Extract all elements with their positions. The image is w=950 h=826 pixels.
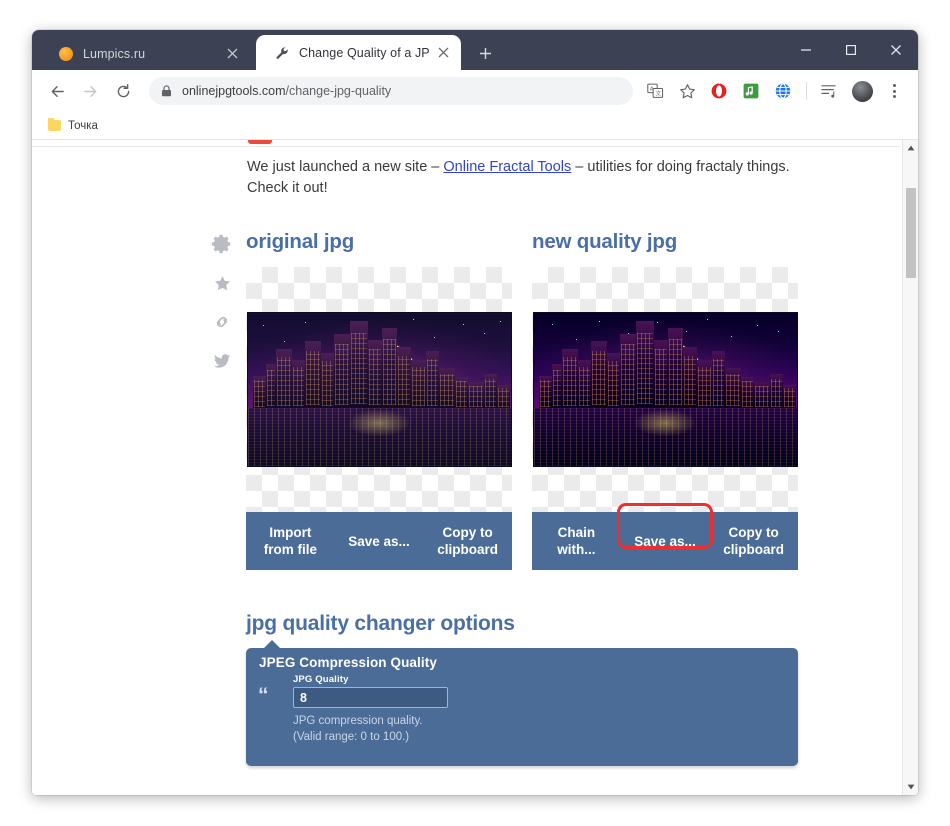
tool-panes: Import from file Save as... Copy to clip… [246,267,798,570]
translate-icon[interactable]: A 文 [642,78,668,104]
reload-icon[interactable] [108,76,138,106]
copy-to-clipboard-button[interactable]: Copy to clipboard [423,524,512,558]
maximize-button[interactable] [828,30,873,70]
url-path: /change-jpg-quality [286,84,392,98]
browser-window: Lumpics.ru Change Quality of a JPEG - On… [32,30,918,795]
url-text: onlinejpgtools.com/change-jpg-quality [182,84,391,98]
minimize-button[interactable] [783,30,828,70]
star-icon[interactable] [213,274,232,293]
scroll-down-arrow-icon[interactable] [903,779,918,795]
three-dot-menu[interactable] [881,78,907,104]
back-arrow-icon[interactable] [42,76,72,106]
page-viewport: We just launched a new site – Online Fra… [32,140,918,795]
new-tab-button[interactable] [471,39,499,67]
svg-text:文: 文 [655,89,661,97]
content-divider [32,146,900,147]
gear-icon[interactable] [211,233,233,255]
close-icon[interactable] [435,45,451,61]
toolbar-icons: A 文 [639,78,910,104]
help-line-2: (Valid range: 0 to 100.) [293,729,448,745]
new-quality-jpg-pane: Chain with... Save as... Copy to clipboa… [532,267,798,570]
options-panel: JPEG Compression Quality “ JPG Quality J… [246,648,798,766]
opera-extension-icon[interactable] [706,78,732,104]
original-image-canvas [246,267,512,512]
orange-circle-icon [58,46,74,62]
original-image-thumbnail [247,312,512,467]
import-from-file-button[interactable]: Import from file [246,524,335,558]
page-scrollbar[interactable] [902,140,918,795]
new-quality-button-bar: Chain with... Save as... Copy to clipboa… [532,512,798,570]
new-quality-image-canvas [532,267,798,512]
announcement-banner-pointer [248,140,272,144]
wrench-icon [274,45,290,61]
column-titles: original jpg new quality jpg [246,230,798,254]
forward-arrow-icon[interactable] [75,76,105,106]
browser-toolbar: onlinejpgtools.com/change-jpg-quality A … [32,70,918,112]
save-as-button[interactable]: Save as... [335,533,424,550]
scrollbar-thumb[interactable] [906,188,916,278]
jpg-quality-label: JPG Quality [293,674,448,685]
reading-list-icon[interactable] [817,78,843,104]
close-button[interactable] [873,30,918,70]
window-controls [783,30,918,70]
tab-strip: Lumpics.ru Change Quality of a JPEG - On… [32,30,918,70]
tab-lumpics[interactable]: Lumpics.ru [40,37,250,70]
page-content: We just launched a new site – Online Fra… [32,140,900,795]
music-extension-icon[interactable] [738,78,764,104]
link-icon[interactable] [212,312,232,332]
chain-with-button[interactable]: Chain with... [532,524,621,558]
toolbar-divider [806,82,807,100]
close-icon[interactable] [224,46,240,62]
folder-icon [48,120,61,131]
bookmark-star-icon[interactable] [674,78,700,104]
options-panel-title: JPEG Compression Quality [259,655,437,670]
bookmark-label: Точка [68,120,98,132]
twitter-icon[interactable] [212,351,232,371]
tab-title: Change Quality of a JPEG - Onlin [299,46,429,60]
profile-avatar[interactable] [849,78,875,104]
announcement-before: We just launched a new site – [247,159,443,175]
globe-extension-icon[interactable] [770,78,796,104]
original-jpg-title: original jpg [246,230,512,254]
save-as-button-highlighted[interactable]: Save as... [621,533,710,550]
bookmark-item[interactable]: Точка [42,118,104,134]
scroll-up-arrow-icon[interactable] [903,140,918,156]
social-rail [208,233,236,371]
jpg-quality-help: JPG compression quality. (Valid range: 0… [293,713,448,745]
lock-icon [161,85,172,97]
original-jpg-pane: Import from file Save as... Copy to clip… [246,267,512,570]
announcement-text: We just launched a new site – Online Fra… [247,157,807,199]
tab-change-quality[interactable]: Change Quality of a JPEG - Onlin [256,35,461,70]
address-bar[interactable]: onlinejpgtools.com/change-jpg-quality [149,77,633,105]
tab-title: Lumpics.ru [83,47,218,61]
options-section-title: jpg quality changer options [246,612,515,636]
screenshot-root: Lumpics.ru Change Quality of a JPEG - On… [0,0,950,826]
bookmarks-bar: Точка [32,112,918,140]
jpg-quality-input[interactable] [293,687,448,708]
jpg-quality-field-group: JPG Quality JPG compression quality. (Va… [293,674,448,745]
quote-icon: “ [258,685,269,706]
help-line-1: JPG compression quality. [293,713,448,729]
new-quality-jpg-title: new quality jpg [532,230,798,254]
copy-to-clipboard-button[interactable]: Copy to clipboard [709,524,798,558]
url-host: onlinejpgtools.com [182,84,286,98]
new-quality-image-thumbnail [533,312,798,467]
tool-columns: original jpg new quality jpg [246,230,798,570]
original-button-bar: Import from file Save as... Copy to clip… [246,512,512,570]
online-fractal-tools-link[interactable]: Online Fractal Tools [443,159,571,175]
